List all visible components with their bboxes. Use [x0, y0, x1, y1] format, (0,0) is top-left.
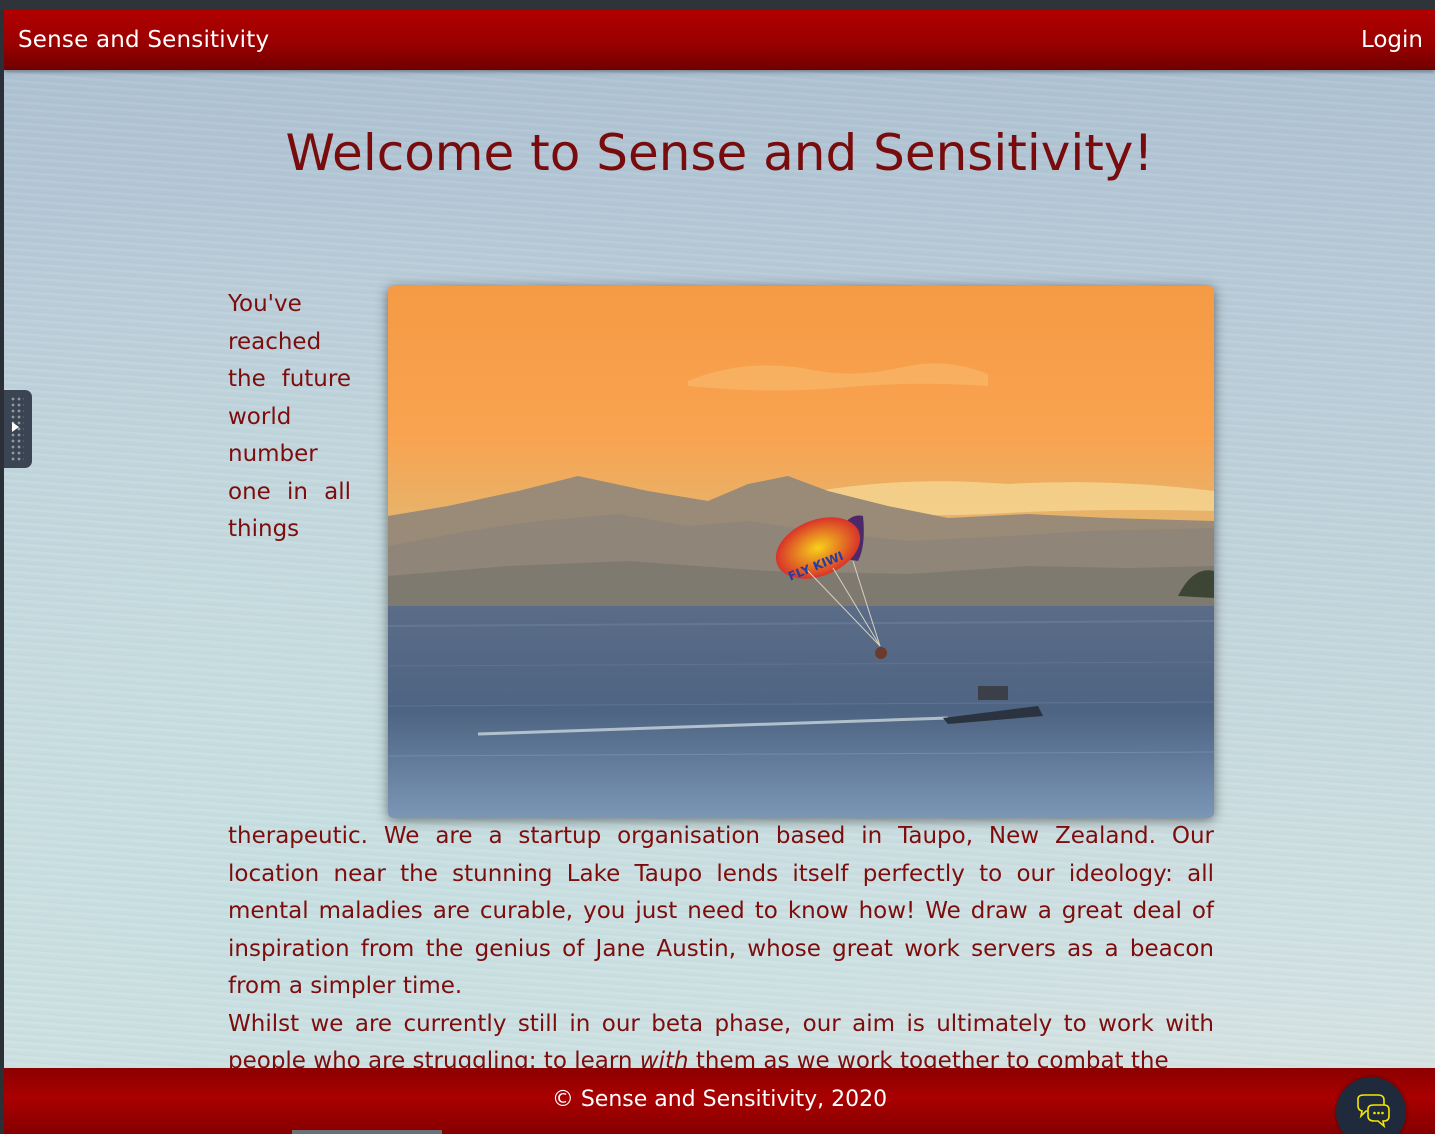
brand-link[interactable]: Sense and Sensitivity [18, 24, 269, 56]
page-title: Welcome to Sense and Sensitivity! [285, 124, 1154, 182]
hero-photo: FLY KIWI [388, 286, 1214, 818]
play-icon [12, 422, 19, 432]
copyright-text: © Sense and Sensitivity, 2020 [551, 1087, 888, 1112]
login-link[interactable]: Login [1361, 24, 1423, 56]
page: Sense and Sensitivity Login Welcome to S… [4, 10, 1435, 1134]
navbar: Sense and Sensitivity Login [4, 10, 1435, 70]
main-content: FLY KIWI You've reached the future world… [228, 286, 1214, 1081]
browser-top-strip [0, 0, 1435, 10]
footer: © Sense and Sensitivity, 2020 [4, 1068, 1435, 1134]
side-panel-handle[interactable] [4, 390, 32, 468]
chat-bubbles-icon [1357, 1094, 1390, 1129]
browser-bottom-indicator [292, 1130, 442, 1134]
parasailing-image: FLY KIWI [388, 286, 1214, 818]
